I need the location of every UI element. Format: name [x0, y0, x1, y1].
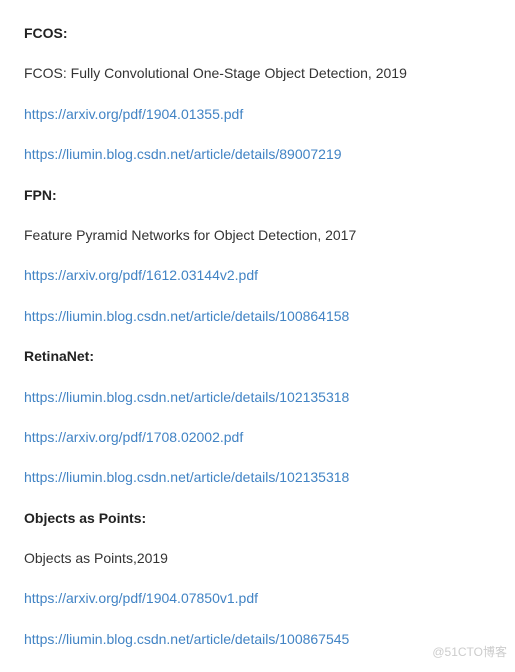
- section-heading-fpn: FPN:: [24, 184, 491, 206]
- section-heading-fcos: FCOS:: [24, 22, 491, 44]
- link-retinanet-csdn-2[interactable]: https://liumin.blog.csdn.net/article/det…: [24, 469, 349, 485]
- link-fcos-csdn[interactable]: https://liumin.blog.csdn.net/article/det…: [24, 146, 342, 162]
- link-line: https://arxiv.org/pdf/1904.07850v1.pdf: [24, 587, 491, 609]
- link-retinanet-csdn-1[interactable]: https://liumin.blog.csdn.net/article/det…: [24, 389, 349, 405]
- link-line: https://liumin.blog.csdn.net/article/det…: [24, 386, 491, 408]
- link-objects-arxiv[interactable]: https://arxiv.org/pdf/1904.07850v1.pdf: [24, 590, 258, 606]
- text-fpn-title: Feature Pyramid Networks for Object Dete…: [24, 224, 491, 246]
- link-line: https://arxiv.org/pdf/1612.03144v2.pdf: [24, 264, 491, 286]
- text-fcos-title: FCOS: Fully Convolutional One-Stage Obje…: [24, 62, 491, 84]
- link-objects-csdn[interactable]: https://liumin.blog.csdn.net/article/det…: [24, 631, 349, 647]
- link-line: https://arxiv.org/pdf/1904.01355.pdf: [24, 103, 491, 125]
- link-line: https://liumin.blog.csdn.net/article/det…: [24, 628, 491, 650]
- link-line: https://liumin.blog.csdn.net/article/det…: [24, 143, 491, 165]
- document-content: FCOS: FCOS: Fully Convolutional One-Stag…: [24, 22, 491, 650]
- link-line: https://liumin.blog.csdn.net/article/det…: [24, 466, 491, 488]
- section-heading-retinanet: RetinaNet:: [24, 345, 491, 367]
- link-fpn-csdn[interactable]: https://liumin.blog.csdn.net/article/det…: [24, 308, 349, 324]
- link-line: https://arxiv.org/pdf/1708.02002.pdf: [24, 426, 491, 448]
- link-fcos-arxiv[interactable]: https://arxiv.org/pdf/1904.01355.pdf: [24, 106, 243, 122]
- section-heading-objects-as-points: Objects as Points:: [24, 507, 491, 529]
- text-objects-as-points-title: Objects as Points,2019: [24, 547, 491, 569]
- link-fpn-arxiv[interactable]: https://arxiv.org/pdf/1612.03144v2.pdf: [24, 267, 258, 283]
- link-retinanet-arxiv[interactable]: https://arxiv.org/pdf/1708.02002.pdf: [24, 429, 243, 445]
- link-line: https://liumin.blog.csdn.net/article/det…: [24, 305, 491, 327]
